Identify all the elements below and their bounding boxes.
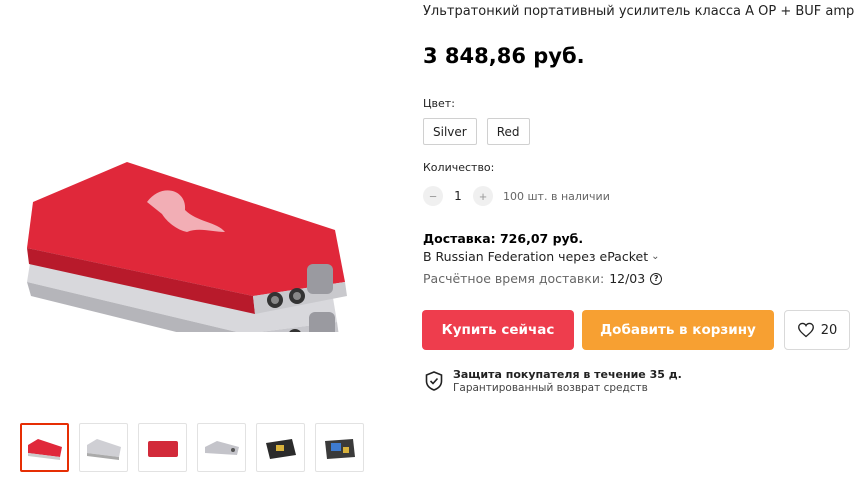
- quantity-increase-button[interactable]: +: [473, 186, 493, 206]
- color-options: Silver Red: [423, 118, 530, 145]
- shipping-route: В Russian Federation через ePacket: [423, 249, 649, 264]
- quantity-stepper: − 1 + 100 шт. в наличии: [423, 186, 610, 206]
- quantity-decrease-button[interactable]: −: [423, 186, 443, 206]
- thumbnail-4[interactable]: [197, 423, 246, 472]
- buyer-protection: Защита покупателя в течение 35 д. Гарант…: [425, 368, 682, 394]
- thumbnail-image: [204, 440, 239, 455]
- thumbnail-image: [265, 438, 296, 459]
- color-option-silver[interactable]: Silver: [423, 118, 477, 145]
- thumbnail-2[interactable]: [79, 423, 128, 472]
- eta-value: 12/03: [609, 271, 646, 286]
- eta-label: Расчётное время доставки:: [423, 271, 605, 286]
- chevron-down-icon: ⌄: [651, 251, 660, 262]
- thumbnail-5[interactable]: [256, 423, 305, 472]
- stock-count: 100 шт. в наличии: [503, 189, 610, 203]
- heart-icon: [797, 322, 814, 338]
- add-to-cart-button[interactable]: Добавить в корзину: [582, 310, 774, 350]
- protection-subtitle: Гарантированный возврат средств: [453, 382, 648, 394]
- product-title: Ультратонкий портативный усилитель класс…: [423, 4, 855, 19]
- shipping-method-selector[interactable]: В Russian Federation через ePacket ⌄: [423, 249, 659, 264]
- question-icon[interactable]: ?: [650, 272, 663, 285]
- protection-title: Защита покупателя в течение 35 д.: [453, 368, 682, 381]
- buy-now-button[interactable]: Купить сейчас: [422, 310, 574, 350]
- thumbnail-3[interactable]: [138, 423, 187, 472]
- quantity-label: Количество:: [423, 161, 495, 174]
- quantity-value[interactable]: 1: [443, 189, 473, 203]
- shield-check-icon: [425, 371, 443, 391]
- protection-text: Защита покупателя в течение 35 д. Гарант…: [453, 368, 682, 394]
- thumbnail-6[interactable]: [315, 423, 364, 472]
- delivery-cost: Доставка: 726,07 руб.: [423, 231, 584, 246]
- wishlist-count: 20: [820, 322, 838, 338]
- thumbnail-image: [147, 440, 178, 457]
- thumbnail-1[interactable]: [20, 423, 69, 472]
- thumbnail-image: [27, 438, 62, 460]
- color-label: Цвет:: [423, 97, 455, 110]
- thumbnail-image: [324, 438, 355, 459]
- delivery-eta: Расчётное время доставки: 12/03 ?: [423, 271, 663, 286]
- main-product-image[interactable]: [0, 33, 393, 381]
- product-price: 3 848,86 руб.: [423, 44, 585, 68]
- color-option-red[interactable]: Red: [486, 118, 530, 145]
- action-buttons: Купить сейчас Добавить в корзину 20: [422, 310, 850, 350]
- product-page: Ультратонкий портативный усилитель класс…: [0, 0, 856, 478]
- amplifier-image: [26, 162, 347, 332]
- thumbnail-image: [86, 438, 121, 460]
- wishlist-button[interactable]: 20: [784, 310, 850, 350]
- thumbnail-strip: [20, 423, 364, 472]
